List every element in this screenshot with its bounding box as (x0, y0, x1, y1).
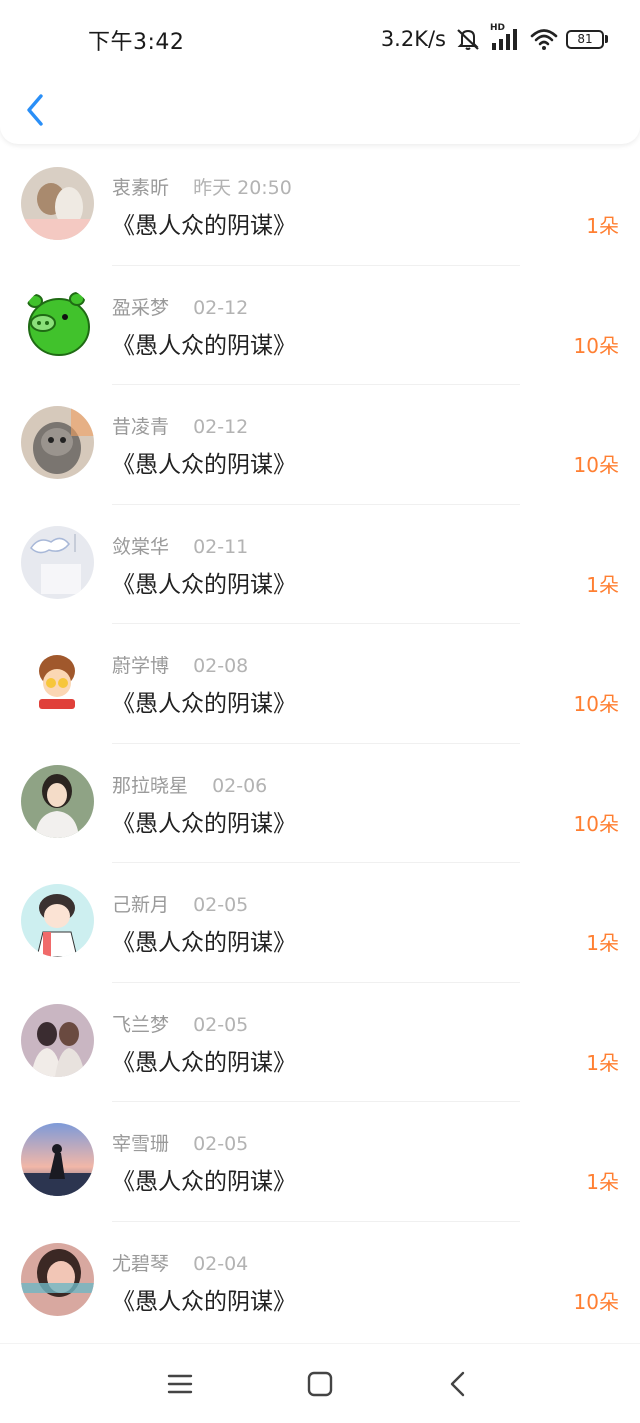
record-time: 02-05 (193, 1133, 249, 1155)
battery-icon: 81 (566, 29, 608, 49)
status-bar: 下午3:42 3.2K/s HD 81 (0, 0, 640, 80)
gift-count: 1朵 (586, 931, 619, 955)
avatar (21, 1003, 94, 1077)
user-name: 敛棠华 (112, 535, 170, 558)
avatar (21, 764, 94, 838)
user-name: 飞兰梦 (112, 1013, 170, 1036)
gift-count: 1朵 (586, 214, 619, 238)
list-item[interactable]: 己新月 02-05 《愚人众的阴谋》 1朵 (0, 863, 640, 983)
record-time: 02-08 (193, 655, 249, 677)
book-title: 《愚人众的阴谋》 (112, 810, 296, 837)
book-title: 《愚人众的阴谋》 (112, 930, 296, 956)
avatar (21, 167, 94, 240)
record-time: 02-12 (193, 416, 249, 438)
status-time: 下午3:42 (88, 30, 185, 55)
battery-level: 81 (566, 29, 604, 49)
network-speed: 3.2K/s (380, 27, 446, 51)
list-item[interactable]: 蔚学博 02-08 《愚人众的阴谋》 10朵 (0, 624, 640, 744)
record-time: 02-04 (193, 1252, 249, 1275)
list-item[interactable]: 盈采梦 02-12 《愚人众的阴谋》 10朵 (0, 266, 640, 385)
gift-count: 1朵 (586, 1170, 619, 1194)
gift-count: 1朵 (586, 1050, 619, 1075)
avatar (21, 645, 94, 718)
home-icon (307, 1371, 333, 1397)
avatar (21, 884, 94, 957)
avatar (21, 1242, 94, 1316)
home-button[interactable] (300, 1366, 340, 1402)
menu-button[interactable] (160, 1366, 200, 1402)
user-name: 蔚学博 (112, 655, 170, 677)
avatar (21, 286, 94, 360)
chevron-left-icon (27, 94, 43, 126)
user-name: 己新月 (112, 894, 170, 916)
book-title: 《愚人众的阴谋》 (112, 1288, 296, 1315)
gift-count: 10朵 (573, 453, 619, 477)
list-item[interactable]: 那拉晓星 02-06 《愚人众的阴谋》 10朵 (0, 744, 640, 863)
signal-icon: HD (490, 23, 522, 51)
gift-count: 1朵 (586, 572, 619, 597)
system-nav-bar (0, 1343, 640, 1423)
avatar (21, 406, 94, 479)
book-title: 《愚人众的阴谋》 (112, 332, 296, 359)
avatar (21, 1123, 94, 1196)
user-name: 盈采梦 (112, 296, 170, 319)
record-time: 昨天 20:50 (193, 177, 292, 199)
gift-count: 10朵 (573, 692, 619, 716)
list-item[interactable]: 宰雪珊 02-05 《愚人众的阴谋》 1朵 (0, 1102, 640, 1222)
user-name: 宰雪珊 (112, 1133, 170, 1155)
avatar (21, 525, 94, 599)
list-item[interactable]: 尤碧琴 02-04 《愚人众的阴谋》 10朵 (0, 1222, 640, 1342)
record-time: 02-12 (193, 296, 249, 319)
record-time: 02-06 (212, 774, 268, 797)
book-title: 《愚人众的阴谋》 (112, 571, 296, 598)
back-button[interactable] (20, 90, 50, 130)
gift-record-list: 衷素昕 昨天 20:50 《愚人众的阴谋》 1朵 盈采梦 02-12 《愚人众的… (0, 146, 640, 1341)
book-title: 《愚人众的阴谋》 (112, 452, 296, 478)
record-time: 02-05 (193, 1013, 249, 1036)
record-time: 02-11 (193, 535, 249, 558)
list-item[interactable]: 敛棠华 02-11 《愚人众的阴谋》 1朵 (0, 505, 640, 624)
book-title: 《愚人众的阴谋》 (112, 691, 296, 717)
menu-icon (167, 1374, 193, 1394)
user-name: 尤碧琴 (112, 1252, 170, 1275)
user-name: 昔凌青 (112, 416, 170, 438)
record-time: 02-05 (193, 894, 249, 916)
book-title: 《愚人众的阴谋》 (112, 1049, 296, 1076)
list-item[interactable]: 衷素昕 昨天 20:50 《愚人众的阴谋》 1朵 (0, 146, 640, 266)
book-title: 《愚人众的阴谋》 (112, 213, 296, 239)
status-icons: 3.2K/s HD 81 (380, 23, 608, 54)
back-icon (450, 1371, 465, 1397)
back-nav-button[interactable] (438, 1366, 478, 1402)
mute-icon (457, 29, 479, 50)
list-item[interactable]: 飞兰梦 02-05 《愚人众的阴谋》 1朵 (0, 983, 640, 1102)
list-item[interactable]: 昔凌青 02-12 《愚人众的阴谋》 10朵 (0, 385, 640, 505)
gift-count: 10朵 (573, 811, 619, 836)
wifi-icon (530, 29, 558, 50)
gift-count: 10朵 (573, 1289, 619, 1314)
user-name: 衷素昕 (112, 177, 170, 199)
book-title: 《愚人众的阴谋》 (112, 1169, 296, 1195)
gift-count: 10朵 (573, 333, 619, 358)
user-name: 那拉晓星 (112, 774, 189, 797)
